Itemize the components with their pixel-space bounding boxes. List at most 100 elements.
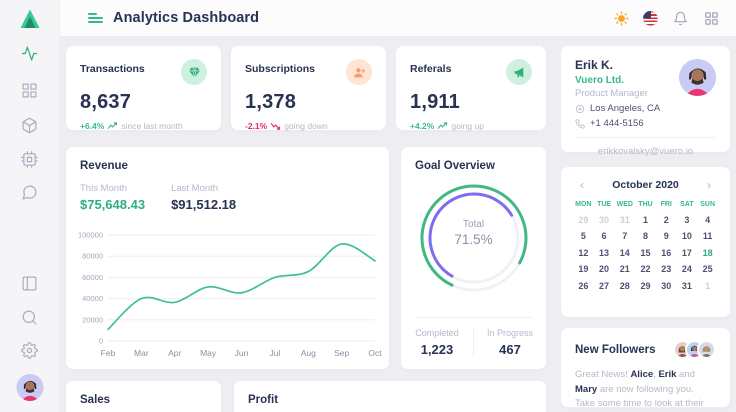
calendar-day[interactable]: 7 bbox=[614, 231, 635, 241]
profile-avatar[interactable] bbox=[679, 59, 716, 96]
chat-bubble-icon[interactable] bbox=[19, 181, 41, 203]
trend-up-icon bbox=[107, 122, 118, 130]
calendar-day[interactable]: 26 bbox=[573, 281, 594, 291]
svg-text:May: May bbox=[200, 348, 217, 358]
calendar-day-header: FRI bbox=[656, 201, 677, 208]
svg-text:Jun: Jun bbox=[235, 348, 249, 358]
calendar-day[interactable]: 10 bbox=[677, 231, 698, 241]
svg-text:Sep: Sep bbox=[334, 348, 349, 358]
settings-gear-icon[interactable] bbox=[19, 339, 41, 361]
calendar-day[interactable]: 21 bbox=[614, 264, 635, 274]
svg-text:20000: 20000 bbox=[82, 315, 103, 324]
phone-row: +1 444-5156 bbox=[575, 118, 716, 129]
calendar-day[interactable]: 15 bbox=[635, 248, 656, 258]
svg-text:0: 0 bbox=[99, 337, 103, 346]
calendar-day[interactable]: 24 bbox=[677, 264, 698, 274]
megaphone-icon bbox=[506, 59, 532, 85]
calendar-day[interactable]: 28 bbox=[614, 281, 635, 291]
user-avatar[interactable] bbox=[16, 374, 43, 401]
stat-label: Subscriptions bbox=[245, 59, 315, 75]
calendar-day[interactable]: 13 bbox=[594, 248, 615, 258]
calendar-day[interactable]: 30 bbox=[656, 281, 677, 291]
transactions-stat-card: Transactions 8,637 +6.4% since last mont… bbox=[65, 45, 222, 131]
calendar-day-header: THU bbox=[635, 201, 656, 208]
bell-notifications-icon[interactable] bbox=[671, 9, 689, 27]
goal-overview-card: Goal Overview Total 71.5% Completed 1,22… bbox=[400, 146, 547, 370]
last-month-value: $91,512.18 bbox=[171, 197, 236, 212]
referals-stat-card: Referals 1,911 +4.2% going up bbox=[395, 45, 547, 131]
calendar-day[interactable]: 9 bbox=[656, 231, 677, 241]
stat-value: 8,637 bbox=[80, 91, 207, 114]
calendar-day[interactable]: 23 bbox=[656, 264, 677, 274]
location-pin-icon bbox=[575, 104, 585, 114]
calendar-day[interactable]: 31 bbox=[614, 215, 635, 225]
calendar-day[interactable]: 11 bbox=[697, 231, 718, 241]
trend-up-icon bbox=[437, 122, 448, 130]
calendar-day[interactable]: 8 bbox=[635, 231, 656, 241]
search-icon[interactable] bbox=[19, 306, 41, 328]
calendar-day[interactable]: 12 bbox=[573, 248, 594, 258]
svg-text:Jul: Jul bbox=[269, 348, 280, 358]
calendar-day[interactable]: 19 bbox=[573, 264, 594, 274]
calendar-day[interactable]: 25 bbox=[697, 264, 718, 274]
page-title: Analytics Dashboard bbox=[113, 10, 259, 26]
calendar-day[interactable]: 6 bbox=[594, 231, 615, 241]
calendar-day[interactable]: 30 bbox=[594, 215, 615, 225]
svg-text:100000: 100000 bbox=[78, 231, 103, 240]
calendar-day[interactable]: 20 bbox=[594, 264, 615, 274]
gem-icon bbox=[181, 59, 207, 85]
trend-down-icon bbox=[270, 122, 281, 130]
calendar-next-button[interactable]: › bbox=[702, 178, 716, 192]
calendar-day[interactable]: 17 bbox=[677, 248, 698, 258]
calendar-day[interactable]: 16 bbox=[656, 248, 677, 258]
language-flag-us-icon[interactable] bbox=[643, 11, 658, 26]
profile-email: erikkovalsky@vuero.io bbox=[575, 146, 716, 157]
svg-text:Aug: Aug bbox=[301, 348, 316, 358]
location-row: Los Angeles, CA bbox=[575, 103, 716, 114]
calendar-day[interactable]: 29 bbox=[573, 215, 594, 225]
calendar-day[interactable]: 1 bbox=[697, 281, 718, 291]
new-followers-card: New Followers Great News! Alice, Erik an… bbox=[560, 327, 731, 408]
sun-theme-toggle-icon[interactable] bbox=[612, 9, 630, 27]
calendar-day[interactable]: 18 bbox=[697, 248, 718, 258]
calendar-day[interactable]: 5 bbox=[573, 231, 594, 241]
phone-icon bbox=[575, 119, 585, 129]
stat-trend: +4.2% going up bbox=[410, 121, 532, 131]
follower-avatar-mary[interactable] bbox=[697, 340, 716, 359]
calendar-day-header: WED bbox=[614, 201, 635, 208]
calendar-day[interactable]: 31 bbox=[677, 281, 698, 291]
svg-text:Oct: Oct bbox=[368, 348, 382, 358]
user-plus-icon bbox=[346, 59, 372, 85]
calendar-day[interactable]: 27 bbox=[594, 281, 615, 291]
calendar-day[interactable]: 29 bbox=[635, 281, 656, 291]
calendar-prev-button[interactable]: ‹ bbox=[575, 178, 589, 192]
this-month-block: This Month $75,648.43 bbox=[80, 183, 145, 212]
svg-text:40000: 40000 bbox=[82, 294, 103, 303]
activity-icon[interactable] bbox=[19, 42, 41, 64]
svg-text:80000: 80000 bbox=[82, 252, 103, 261]
apps-grid-icon[interactable] bbox=[702, 9, 720, 27]
profile-card: Erik K. Vuero Ltd. Product Manager Los A… bbox=[560, 45, 731, 153]
calendar-card: ‹ October 2020 › MONTUEWEDTHUFRISATSUN29… bbox=[560, 166, 731, 318]
calendar-day[interactable]: 2 bbox=[656, 215, 677, 225]
last-month-block: Last Month $91,512.18 bbox=[171, 183, 236, 212]
profit-card: Profit bbox=[233, 380, 547, 412]
hamburger-menu-icon[interactable] bbox=[88, 13, 103, 24]
layout-columns-icon[interactable] bbox=[19, 272, 41, 294]
this-month-value: $75,648.43 bbox=[80, 197, 145, 212]
cube-icon[interactable] bbox=[19, 114, 41, 136]
followers-title: New Followers bbox=[575, 344, 656, 356]
calendar-day[interactable]: 4 bbox=[697, 215, 718, 225]
cpu-icon[interactable] bbox=[19, 148, 41, 170]
stat-trend: +6.4% since last month bbox=[80, 121, 207, 131]
divider bbox=[415, 317, 532, 318]
calendar-day[interactable]: 1 bbox=[635, 215, 656, 225]
stat-label: Transactions bbox=[80, 59, 145, 75]
dashboard-grid-icon[interactable] bbox=[19, 79, 41, 101]
vuero-logo-icon[interactable] bbox=[18, 7, 42, 31]
stat-value: 1,911 bbox=[410, 91, 532, 114]
in-progress-stat: In Progress 467 bbox=[473, 328, 546, 357]
calendar-day[interactable]: 22 bbox=[635, 264, 656, 274]
calendar-day[interactable]: 14 bbox=[614, 248, 635, 258]
calendar-day[interactable]: 3 bbox=[677, 215, 698, 225]
